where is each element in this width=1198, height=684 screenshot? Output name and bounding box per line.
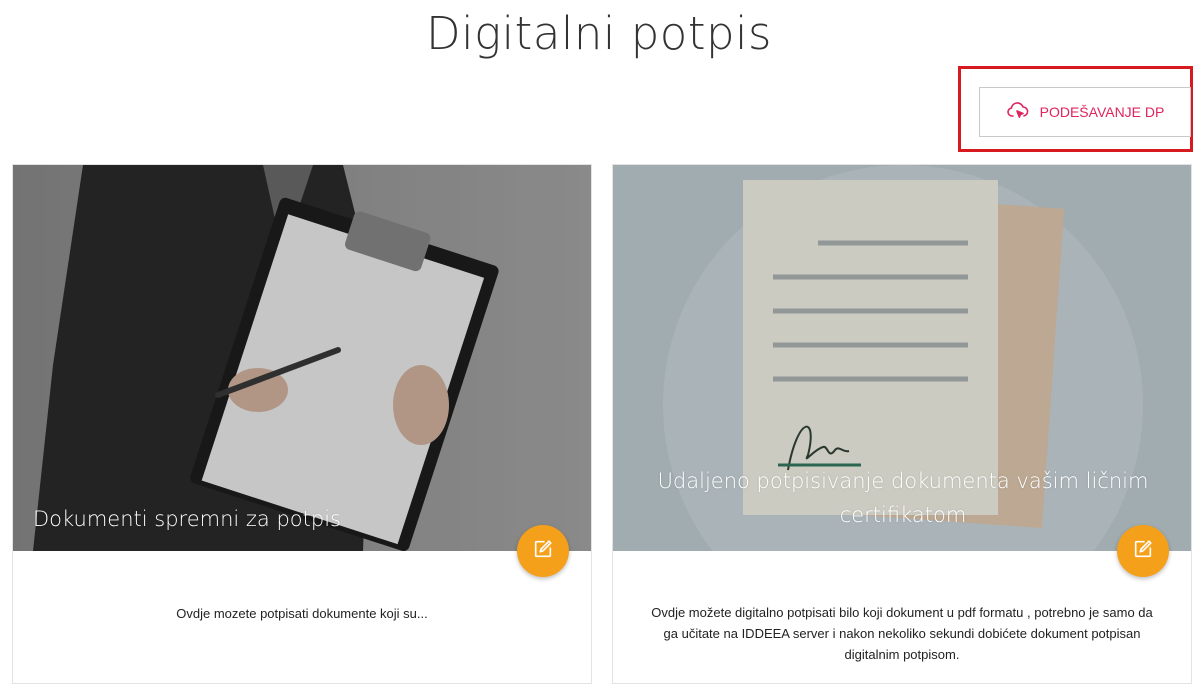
edit-icon xyxy=(1132,538,1154,565)
card-image-businesswoman xyxy=(13,165,591,551)
card-title: Udaljeno potpisivanje dokumenta vašim li… xyxy=(657,469,1149,527)
card-remote-signing[interactable]: Udaljeno potpisivanje dokumenta vašim li… xyxy=(612,164,1192,684)
edit-button[interactable] xyxy=(1117,525,1169,577)
card-title: Dokumenti spremni za potpis xyxy=(33,507,341,531)
page-title: Digitalni potpis xyxy=(426,7,772,60)
card-documents-ready[interactable]: Dokumenti spremni za potpis Ovdje mozete… xyxy=(12,164,592,684)
edit-button[interactable] xyxy=(517,525,569,577)
dp-settings-label: PODEŠAVANJE DP xyxy=(1039,104,1165,120)
edit-icon xyxy=(532,538,554,565)
card-description: Ovdje možete digitalno potpisati bilo ko… xyxy=(651,605,1153,662)
cloud-pointer-icon xyxy=(1006,99,1030,126)
card-description: Ovdje mozete potpisati dokumente koji su… xyxy=(176,606,428,621)
dp-settings-button[interactable]: PODEŠAVANJE DP xyxy=(979,87,1191,137)
